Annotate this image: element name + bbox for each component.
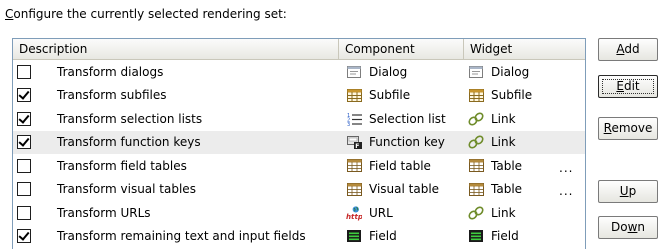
svg-text:http: http bbox=[346, 212, 362, 221]
enable-checkbox[interactable] bbox=[17, 88, 31, 103]
svg-text:3: 3 bbox=[347, 122, 350, 126]
url-icon: http bbox=[346, 206, 362, 221]
row-description: Transform URLs bbox=[57, 205, 151, 220]
table-header: Description Component Widget bbox=[13, 39, 585, 60]
table-row[interactable]: Transform dialogs Dialog Dialog bbox=[13, 60, 585, 84]
link-icon bbox=[468, 206, 484, 220]
field-icon bbox=[346, 229, 362, 243]
row-widget: Link bbox=[491, 135, 516, 150]
row-component: URL bbox=[369, 205, 393, 220]
rendering-set-table[interactable]: Description Component Widget Transform d… bbox=[12, 38, 586, 249]
enable-checkbox[interactable] bbox=[17, 182, 31, 197]
down-button[interactable]: Down bbox=[598, 216, 658, 239]
column-header-component[interactable]: Component bbox=[339, 39, 464, 59]
row-component: Field table bbox=[369, 158, 431, 173]
row-widget: Dialog bbox=[491, 64, 530, 79]
row-description: Transform visual tables bbox=[57, 182, 196, 197]
table-icon bbox=[346, 182, 362, 196]
row-description: Transform dialogs bbox=[57, 64, 164, 79]
row-widget: Table bbox=[491, 182, 523, 197]
table-row[interactable]: Transform subfiles Subfile Subfile bbox=[13, 84, 585, 108]
row-component: Dialog bbox=[369, 64, 408, 79]
row-component: Selection list bbox=[369, 111, 446, 126]
enable-checkbox[interactable] bbox=[17, 64, 31, 79]
row-description: Transform function keys bbox=[57, 135, 201, 150]
edit-button[interactable]: Edit bbox=[598, 75, 658, 98]
row-widget: Table bbox=[491, 158, 523, 173]
enable-checkbox[interactable] bbox=[17, 158, 31, 173]
dialog-icon bbox=[468, 65, 484, 79]
function-key-icon: F bbox=[346, 135, 362, 149]
row-component: Visual table bbox=[369, 182, 440, 197]
link-icon bbox=[468, 112, 484, 126]
row-widget: Subfile bbox=[491, 88, 533, 103]
widget-options-button[interactable]: ... bbox=[559, 184, 573, 198]
table-row[interactable]: Transform field tables Field table Table..… bbox=[13, 154, 585, 178]
row-widget: Link bbox=[491, 205, 516, 220]
table-row[interactable]: Transform remaining text and input field… bbox=[13, 225, 585, 249]
table-row[interactable]: Transform visual tables Visual table Table… bbox=[13, 178, 585, 202]
subfile-icon bbox=[468, 88, 484, 102]
row-description: Transform remaining text and input field… bbox=[57, 229, 306, 244]
enable-checkbox[interactable] bbox=[17, 205, 31, 220]
row-description: Transform subfiles bbox=[57, 88, 167, 103]
table-icon bbox=[346, 159, 362, 173]
field-icon bbox=[468, 229, 484, 243]
link-icon bbox=[468, 135, 484, 149]
dialog-icon bbox=[346, 65, 362, 79]
column-header-widget[interactable]: Widget bbox=[464, 39, 585, 59]
table-row[interactable]: Transform URLs http URL Link bbox=[13, 201, 585, 225]
row-widget: Link bbox=[491, 111, 516, 126]
add-button[interactable]: Add bbox=[598, 38, 658, 61]
enable-checkbox[interactable] bbox=[17, 111, 31, 126]
enable-checkbox[interactable] bbox=[17, 135, 31, 150]
table-icon bbox=[468, 159, 484, 173]
widget-options-button[interactable]: ... bbox=[559, 161, 573, 175]
svg-text:F: F bbox=[355, 143, 359, 149]
row-widget: Field bbox=[491, 229, 519, 244]
table-icon bbox=[468, 182, 484, 196]
table-row[interactable]: Transform selection lists 1 2 3 Selection li… bbox=[13, 107, 585, 131]
row-component: Function key bbox=[369, 135, 445, 150]
subfile-icon bbox=[346, 88, 362, 102]
column-header-description[interactable]: Description bbox=[13, 39, 339, 59]
row-component: Subfile bbox=[369, 88, 411, 103]
table-row[interactable]: Transform function keys F Function key Link bbox=[13, 130, 585, 154]
enable-checkbox[interactable] bbox=[17, 229, 31, 244]
selection-list-icon: 123 bbox=[346, 112, 362, 126]
configure-label: Configure the currently selected renderi… bbox=[5, 7, 287, 21]
row-description: Transform selection lists bbox=[57, 111, 203, 126]
up-button[interactable]: Up bbox=[598, 180, 658, 203]
remove-button[interactable]: Remove bbox=[598, 117, 658, 140]
row-component: Field bbox=[369, 229, 397, 244]
row-description: Transform field tables bbox=[57, 158, 187, 173]
